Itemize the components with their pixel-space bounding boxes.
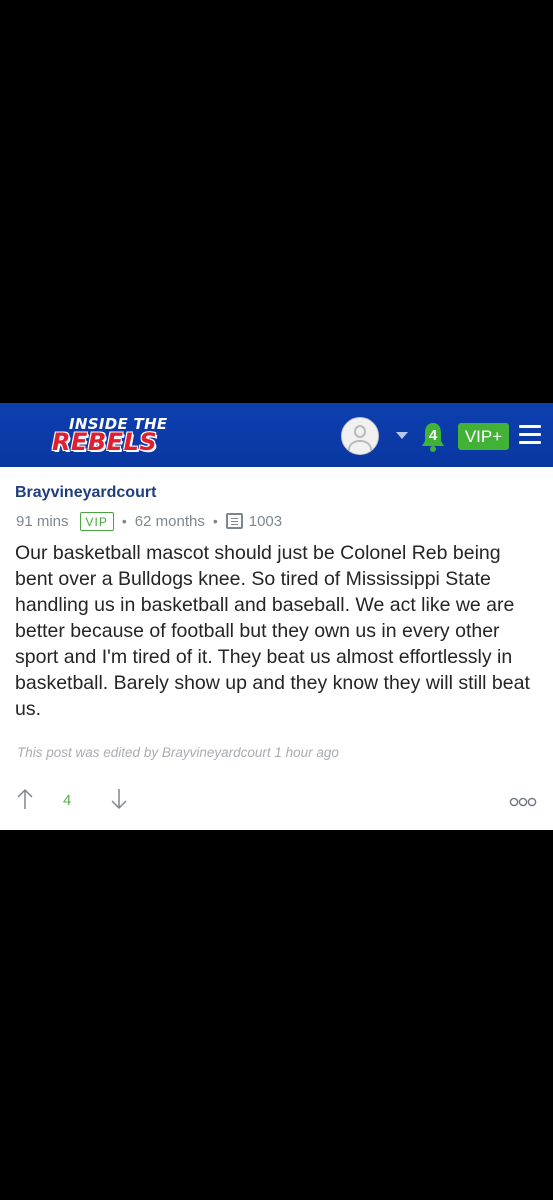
avatar-body-icon — [348, 440, 372, 454]
menu-icon[interactable] — [519, 425, 541, 445]
vip-badge: VIP — [79, 511, 114, 531]
post-meta: 91 mins VIP • 62 months • 1003 — [16, 510, 282, 532]
screen: INSIDE THE REBELS 4 VIP+ Brayvineyardcou… — [0, 0, 553, 1200]
member-duration: 62 months — [134, 512, 205, 530]
post-time: 91 mins — [16, 512, 69, 530]
chevron-down-icon[interactable] — [396, 432, 408, 439]
avatar[interactable] — [341, 417, 379, 455]
edited-note: This post was edited by Brayvineyardcour… — [17, 745, 339, 760]
site-logo[interactable]: INSIDE THE REBELS — [52, 413, 202, 459]
post-body: Our basketball mascot should just be Col… — [15, 542, 530, 720]
post-count: 1003 — [248, 512, 283, 530]
comment-icon — [225, 513, 243, 529]
avatar-head-icon — [354, 425, 366, 438]
more-options-icon[interactable] — [509, 797, 537, 807]
meta-separator: • — [121, 513, 127, 529]
vote-count: 4 — [63, 792, 72, 809]
post-author[interactable]: Brayvineyardcourt — [15, 484, 156, 502]
notification-count: 4 — [428, 427, 438, 444]
post-actions: 4 — [0, 785, 553, 815]
notifications-button[interactable]: 4 — [421, 421, 445, 452]
logo-line-2: REBELS — [52, 428, 158, 456]
vip-plus-button[interactable]: VIP+ — [458, 423, 509, 450]
upvote-arrow-icon[interactable] — [14, 787, 36, 811]
forum-post: Brayvineyardcourt 91 mins VIP • 62 month… — [0, 467, 553, 830]
site-header: INSIDE THE REBELS 4 VIP+ — [0, 403, 553, 467]
downvote-arrow-icon[interactable] — [108, 787, 130, 811]
meta-separator: • — [212, 513, 218, 529]
